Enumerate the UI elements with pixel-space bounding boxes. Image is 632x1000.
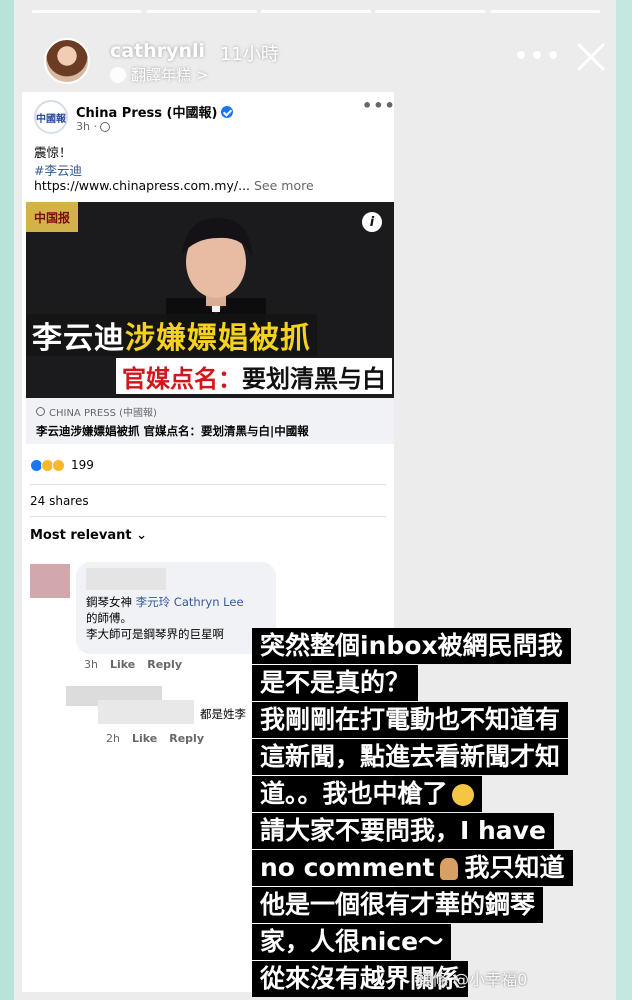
story-username[interactable]: cathrynli [110, 40, 205, 62]
praying-hands-icon [440, 858, 459, 880]
avatar[interactable] [44, 38, 90, 84]
frame-edge-left [0, 0, 14, 1000]
comment-text: 鋼琴女神 [86, 595, 132, 609]
reply-actions: 2h Like Reply [106, 732, 204, 745]
crying-face-icon [451, 784, 474, 806]
overlay-line: 是不是真的？ [252, 665, 419, 701]
news-image: 中国报 i 李云迪 涉嫌嫖娼被抓 官媒点名： 要划清黑与白 [26, 202, 394, 398]
comment-bubble: 鋼琴女神 李元玲 Cathryn Lee 的師傅。 李大師可是鋼琴界的巨星啊 [76, 562, 276, 654]
more-horizontal-icon[interactable]: ••• [514, 44, 562, 69]
close-icon[interactable] [574, 40, 608, 74]
link-preview: CHINA PRESS (中國報) 李云迪涉嫌嫖娼被抓 官媒点名：要划清黑与白|… [26, 398, 394, 444]
frame-edge-right [616, 0, 632, 1000]
headline-yellow: 涉嫌嫖娼被抓 [125, 321, 311, 356]
subhead-banner: 官媒点名： 要划清黑与白 [116, 358, 392, 394]
story-text-overlay: 突然整個inbox被網民問我 是不是真的？ 我剛剛在打電動也不知道有 這新聞，點… [252, 628, 608, 998]
link-domain: CHINA PRESS (中國報) [36, 404, 384, 419]
news-logo: 中国报 [26, 202, 78, 232]
story-viewer[interactable]: cathrynli 11小時 翻譯年糕 > ••• 中國報 China Pres… [14, 0, 616, 1000]
translate-link[interactable]: 翻譯年糕 > [110, 64, 208, 85]
translate-icon [110, 66, 126, 83]
post-link: https://www.chinapress.com.my/... [34, 178, 251, 193]
comment-time: 3h [84, 658, 98, 671]
comment-like: Like [109, 658, 136, 671]
comment-avatar-blurred [30, 564, 70, 598]
reactions-summary: 199 [30, 458, 94, 472]
divider [30, 516, 386, 517]
overlay-line-text: 道。。我也中槍了 [260, 779, 448, 808]
verified-icon [221, 105, 234, 118]
globe-icon [36, 407, 45, 416]
overlay-line: 家，人很nice～ [252, 924, 452, 960]
overlay-line: 請大家不要問我，I have [252, 813, 554, 849]
info-icon: i [362, 212, 382, 232]
post-time-text: 3h · [76, 120, 97, 133]
comment-reply: Reply [147, 658, 182, 671]
comment-text: 李大師可是鋼琴界的巨星啊 [86, 627, 224, 641]
reply-reply: Reply [169, 732, 204, 745]
globe-icon [99, 121, 110, 132]
overlay-line-text: 我只知道 [464, 853, 565, 882]
reply-time: 2h [106, 732, 120, 745]
comment-actions: 3h Like Reply [84, 658, 182, 671]
link-domain-text: CHINA PRESS (中國報) [49, 408, 157, 419]
progress-segment [375, 10, 486, 13]
subhead-red: 官媒点名： [122, 364, 242, 393]
story-timestamp: 11小時 [220, 44, 279, 65]
overlay-line-text: no comment [260, 853, 435, 882]
overlay-line: 這新聞，點進去看新聞才知 [252, 739, 569, 775]
post-more-icon: ••• [362, 96, 396, 115]
subhead-black: 要划清黑与白 [242, 364, 386, 393]
page-name: China Press (中國報) [76, 102, 234, 121]
comment-author-blurred [86, 568, 166, 590]
reply-text: 都是姓李 [200, 707, 246, 721]
overlay-line: 突然整個inbox被網民問我 [252, 628, 571, 664]
link-title: 李云迪涉嫌嫖娼被抓 官媒点名：要划清黑与白|中國報 [36, 424, 309, 438]
overlay-line: 他是一個很有才華的鋼琴 [252, 887, 544, 923]
overlay-line: 我剛剛在打電動也不知道有 [252, 702, 569, 738]
overlay-line: 道。。我也中槍了 [252, 776, 482, 812]
story-progress-bar [32, 10, 601, 13]
progress-segment [146, 10, 257, 13]
post-text-line: 震惊！ [34, 145, 72, 160]
comment-line: 鋼琴女神 李元玲 Cathryn Lee [86, 594, 266, 610]
wow-reaction-icon [52, 458, 65, 472]
story-header: cathrynli 11小時 翻譯年糕 > ••• [44, 38, 605, 88]
see-more-link: See more [254, 178, 314, 193]
overlay-line: no comment 我只知道 [252, 850, 573, 886]
reply-like: Like [131, 732, 158, 745]
watermark: 頭條 @小幸福0 [416, 970, 528, 989]
reply-author-blurred [98, 700, 194, 724]
page-name-text: China Press (中國報) [76, 106, 218, 121]
post-link-row: https://www.chinapress.com.my/... See mo… [34, 178, 314, 193]
shares-count: 24 shares [30, 494, 89, 508]
comment-mention: 李元玲 Cathryn Lee [135, 595, 244, 609]
comment-text: 的師傅。 [86, 611, 132, 625]
progress-segment [32, 10, 143, 13]
post-hashtag: #李云迪 [34, 163, 82, 178]
translate-label: 翻譯年糕 > [131, 66, 209, 84]
progress-segment [489, 10, 601, 13]
headline-white: 李云迪 [32, 321, 125, 356]
comment-sort-label: Most relevant ⌄ [30, 528, 147, 543]
divider [30, 484, 386, 485]
post-timestamp: 3h · [76, 120, 110, 133]
reaction-count: 199 [71, 458, 94, 472]
headline-banner: 李云迪 涉嫌嫖娼被抓 [26, 314, 317, 356]
page-avatar: 中國報 [34, 100, 68, 134]
progress-segment [260, 10, 372, 13]
